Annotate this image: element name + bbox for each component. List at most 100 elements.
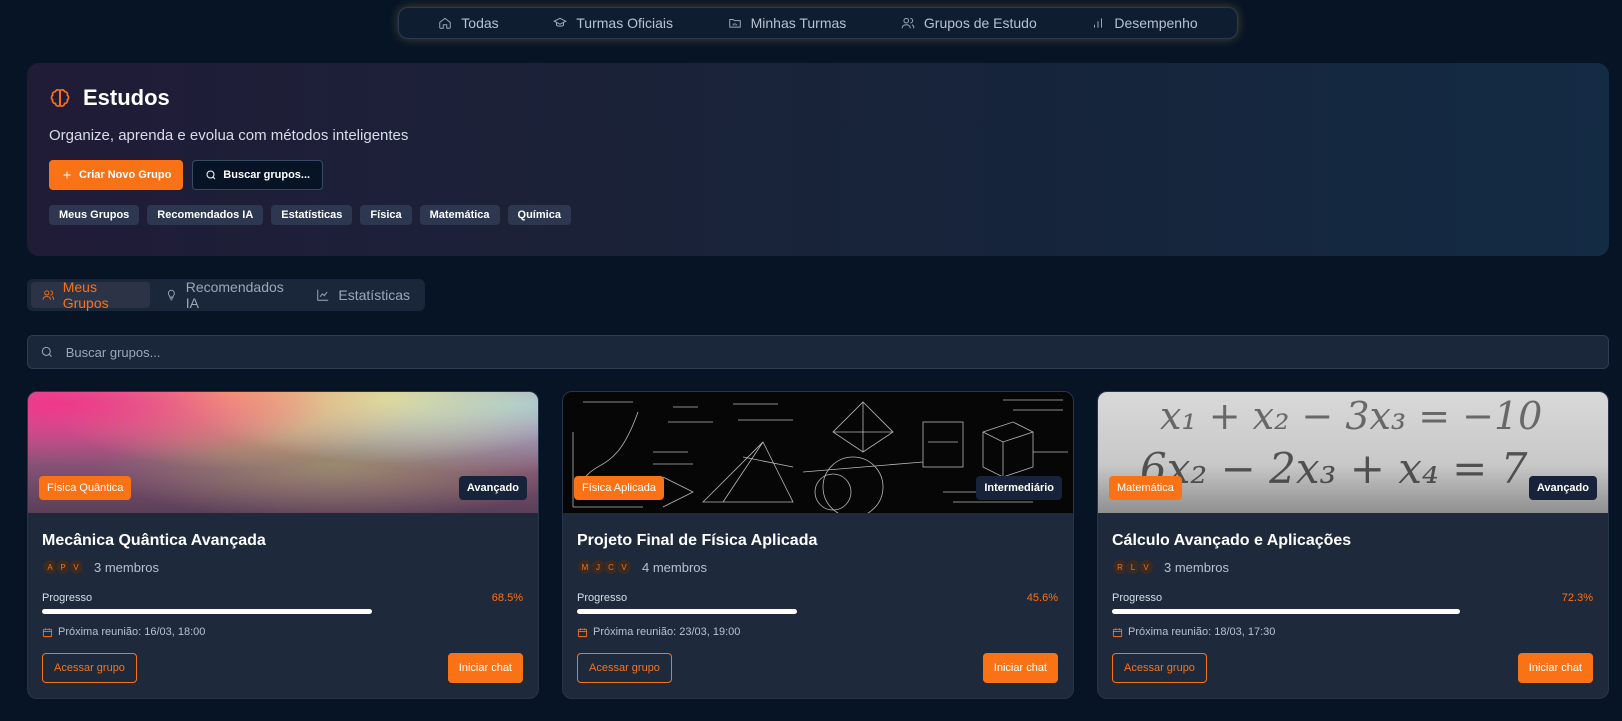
group-title: Projeto Final de Física Aplicada (577, 532, 818, 549)
member-avatars: M J C V (577, 559, 632, 575)
group-cover-image: Física Aplicada Intermediário (563, 392, 1073, 513)
home-icon (439, 17, 452, 29)
group-cards: Física Quântica Avançado Mecânica Quânti… (27, 391, 1609, 699)
progress-fill (577, 609, 797, 614)
search-icon (206, 170, 216, 180)
next-meeting: Próxima reunião: 16/03, 18:00 (42, 626, 205, 638)
level-badge: Avançado (1528, 476, 1597, 500)
next-meeting-text: Próxima reunião: 23/03, 19:00 (593, 626, 741, 638)
members-row: A P V 3 membros (42, 559, 159, 575)
nav-item-minhas-turmas[interactable]: Minhas Turmas (712, 10, 863, 36)
tab-estatisticas[interactable]: Estatísticas (305, 282, 421, 308)
tag-estatisticas[interactable]: Estatísticas (271, 205, 353, 225)
nav-item-turmas-oficiais[interactable]: Turmas Oficiais (537, 10, 689, 36)
nav-item-label: Desempenho (1114, 15, 1198, 31)
level-badge: Intermediário (976, 476, 1062, 500)
create-group-label: Criar Novo Grupo (79, 169, 172, 181)
nav-item-desempenho[interactable]: Desempenho (1075, 10, 1213, 36)
member-avatars: R L V (1112, 559, 1154, 575)
start-chat-button[interactable]: Iniciar chat (447, 653, 523, 683)
next-meeting-text: Próxima reunião: 16/03, 18:00 (58, 626, 206, 638)
progress-bar (42, 609, 524, 614)
avatar: V (616, 559, 632, 575)
tag-recomendados-ia[interactable]: Recomendados IA (147, 205, 264, 225)
members-count: 3 membros (94, 559, 160, 575)
avatar: V (68, 559, 84, 575)
view-tabs: Meus Grupos Recomendados IA Estatísticas (27, 279, 425, 311)
users-icon (42, 290, 55, 300)
progress-label: Progresso (42, 592, 93, 604)
members-count: 3 membros (1164, 559, 1230, 575)
quick-tags: Meus Grupos Recomendados IA Estatísticas… (49, 205, 571, 225)
hero-banner: Estudos Organize, aprenda e evolua com m… (27, 63, 1609, 256)
category-badge: Física Aplicada (574, 476, 664, 500)
progress-label: Progresso (577, 592, 628, 604)
tab-label: Estatísticas (338, 287, 410, 303)
equation-line-1: x₁ + x₂ − 3x₃ = −10 (1160, 394, 1543, 438)
equation-line-2: 6x₂ − 2x₃ + x₄ = 7 (1140, 444, 1528, 493)
top-navigation: Todas Turmas Oficiais Minhas Turmas Grup… (398, 7, 1238, 39)
progress-fill (42, 609, 373, 614)
brain-icon (50, 88, 70, 107)
page-title-text: Estudos (83, 85, 170, 110)
next-meeting-text: Próxima reunião: 18/03, 17:30 (1128, 626, 1276, 638)
group-card: Física Aplicada Intermediário Projeto Fi… (562, 391, 1074, 699)
start-chat-button[interactable]: Iniciar chat (1517, 653, 1593, 683)
progress-value: 72.3% (1561, 592, 1593, 604)
tab-label: Meus Grupos (62, 279, 109, 311)
lightbulb-icon (167, 289, 175, 301)
tag-quimica[interactable]: Química (507, 205, 571, 225)
level-badge: Avançado (458, 476, 527, 500)
search-icon (41, 346, 52, 357)
folder-icon (728, 19, 741, 28)
search-input[interactable] (65, 344, 1596, 360)
calendar-icon (577, 627, 588, 637)
create-group-button[interactable]: Criar Novo Grupo (49, 160, 184, 190)
progress-label: Progresso (1112, 592, 1163, 604)
search-groups-button[interactable]: Buscar grupos... (192, 160, 324, 190)
tab-recomendados-ia[interactable]: Recomendados IA (154, 279, 301, 311)
progress-bar (1112, 609, 1594, 614)
progress-value: 68.5% (491, 592, 523, 604)
group-cover-image: Física Quântica Avançado (28, 392, 538, 513)
avatar: V (1138, 559, 1154, 575)
group-card: x₁ + x₂ − 3x₃ = −10 6x₂ − 2x₃ + x₄ = 7 M… (1097, 391, 1609, 699)
bar-chart-icon (1094, 18, 1103, 28)
access-group-button[interactable]: Acessar grupo (577, 653, 672, 683)
category-badge: Física Quântica (39, 476, 132, 500)
tag-matematica[interactable]: Matemática (419, 205, 500, 225)
graduation-cap-icon (553, 17, 568, 27)
tab-label: Recomendados IA (185, 279, 284, 311)
progress-bar (577, 609, 1059, 614)
users-icon (901, 17, 915, 29)
nav-item-label: Turmas Oficiais (576, 15, 673, 31)
page-subtitle: Organize, aprenda e evolua com métodos i… (49, 127, 409, 144)
progress-value: 45.6% (1026, 592, 1058, 604)
search-groups-label: Buscar grupos... (223, 169, 311, 181)
tag-meus-grupos[interactable]: Meus Grupos (49, 205, 140, 225)
nav-item-label: Minhas Turmas (750, 15, 847, 31)
next-meeting: Próxima reunião: 18/03, 17:30 (1112, 626, 1275, 638)
start-chat-button[interactable]: Iniciar chat (982, 653, 1058, 683)
category-badge: Matemática (1109, 476, 1182, 500)
access-group-button[interactable]: Acessar grupo (1112, 653, 1207, 683)
hero-actions: Criar Novo Grupo Buscar grupos... (49, 160, 324, 190)
group-cover-image: x₁ + x₂ − 3x₃ = −10 6x₂ − 2x₃ + x₄ = 7 M… (1098, 392, 1608, 513)
members-row: R L V 3 membros (1112, 559, 1229, 575)
group-search-bar (27, 335, 1609, 369)
group-card: Física Quântica Avançado Mecânica Quânti… (27, 391, 539, 699)
group-title: Mecânica Quântica Avançada (42, 532, 266, 549)
line-chart-icon (317, 289, 329, 301)
nav-item-grupos-de-estudo[interactable]: Grupos de Estudo (885, 10, 1053, 36)
progress-fill (1112, 609, 1461, 614)
page-title: Estudos (49, 85, 170, 111)
access-group-button[interactable]: Acessar grupo (42, 653, 137, 683)
group-title: Cálculo Avançado e Aplicações (1112, 532, 1352, 549)
tab-meus-grupos[interactable]: Meus Grupos (31, 279, 150, 311)
calendar-icon (1112, 627, 1123, 637)
nav-item-todas[interactable]: Todas (422, 10, 514, 36)
tag-fisica[interactable]: Física (360, 205, 412, 225)
members-row: M J C V 4 membros (577, 559, 707, 575)
plus-icon (63, 171, 71, 179)
nav-item-label: Grupos de Estudo (923, 15, 1037, 31)
